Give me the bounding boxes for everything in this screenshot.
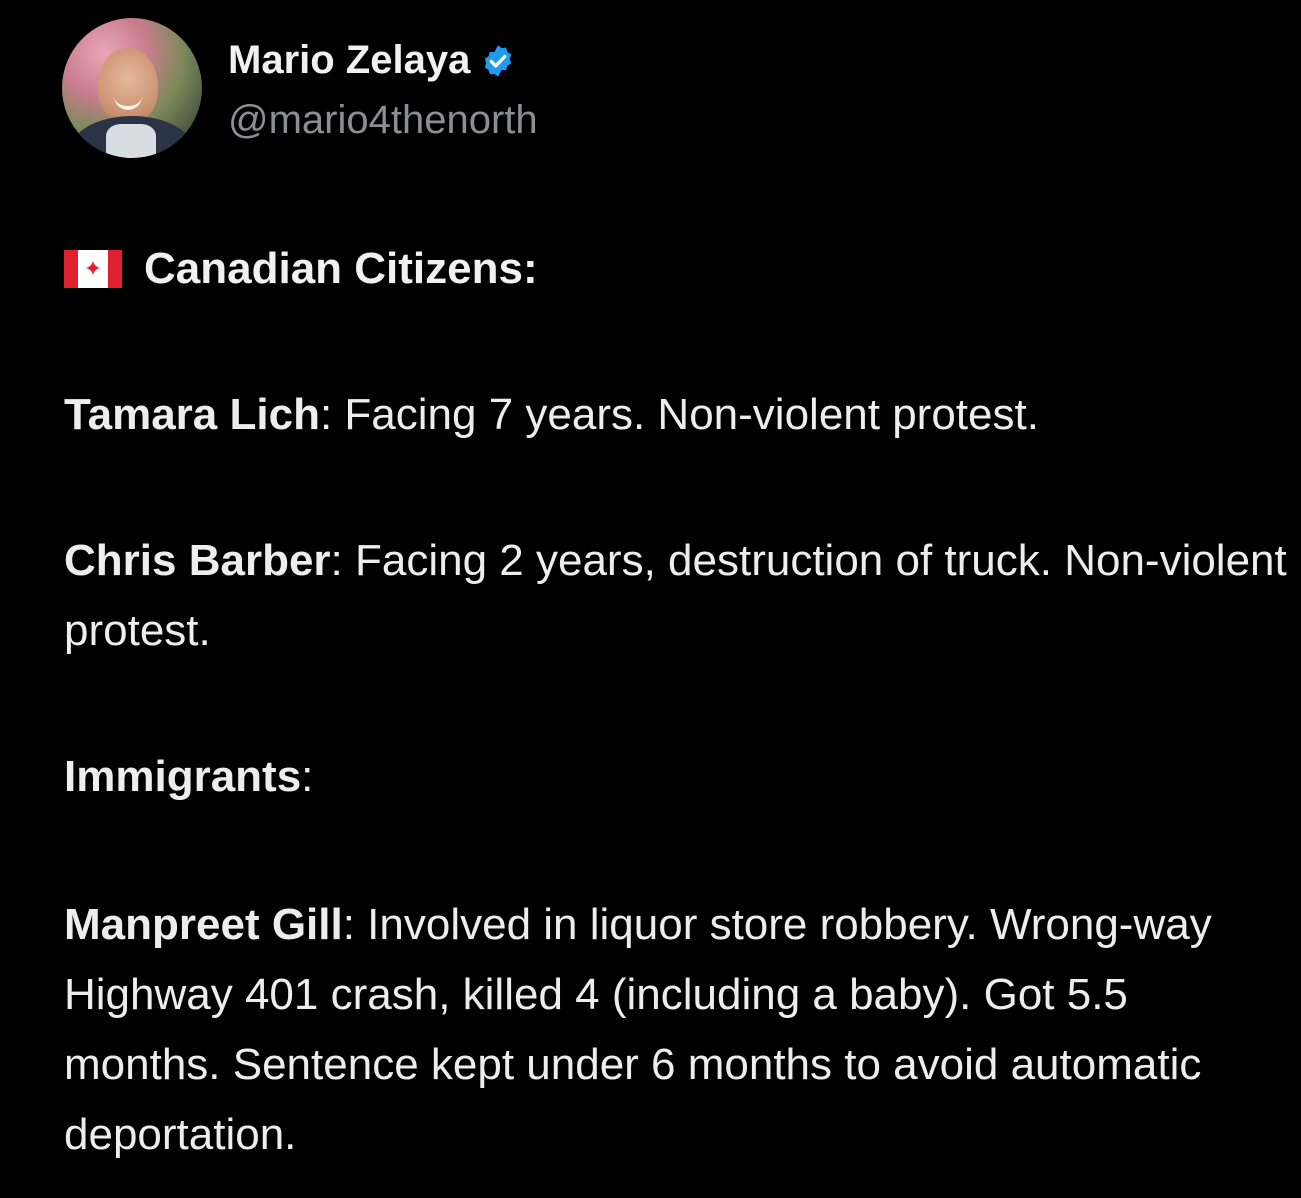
section-heading-text: Immigrants xyxy=(64,752,302,801)
entry-name: Tamara Lich xyxy=(64,390,320,439)
entry-manpreet-gill: Manpreet Gill: Involved in liquor store … xyxy=(64,890,1294,1170)
entry-chris-barber: Chris Barber: Facing 2 years, destructio… xyxy=(64,526,1294,666)
verified-badge-icon xyxy=(485,44,512,77)
entry-tamara-lich: Tamara Lich: Facing 7 years. Non-violent… xyxy=(64,380,1294,450)
canada-flag-icon: ✦ xyxy=(64,250,122,288)
heading-text: Canadian Citizens: xyxy=(144,244,538,293)
author-name[interactable]: Mario Zelaya xyxy=(228,38,470,83)
author-name-row[interactable]: Mario Zelaya xyxy=(228,38,516,83)
entry-text: : Facing 7 years. Non-violent protest. xyxy=(319,390,1039,439)
section-heading-immigrants: Immigrants: xyxy=(64,742,1294,812)
avatar[interactable] xyxy=(62,18,202,158)
entry-name: Manpreet Gill xyxy=(64,900,343,949)
section-heading-canadian: ✦ Canadian Citizens: xyxy=(64,244,538,294)
section-heading-colon: : xyxy=(301,752,314,801)
entry-name: Chris Barber xyxy=(64,536,331,585)
author-handle[interactable]: @mario4thenorth xyxy=(228,98,538,143)
